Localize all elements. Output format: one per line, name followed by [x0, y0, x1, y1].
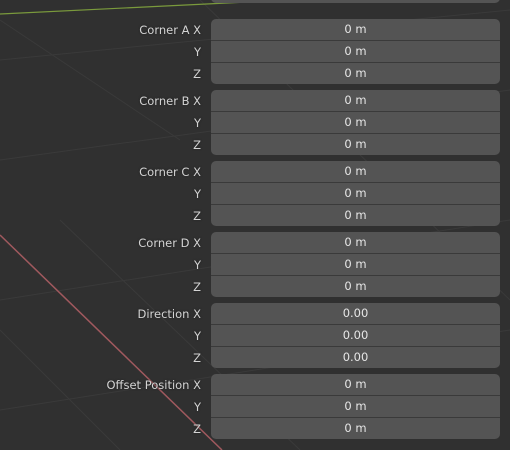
- z-value-field[interactable]: 0 m: [211, 63, 500, 84]
- y-value-field[interactable]: 0 m: [211, 183, 500, 205]
- partial-field-above[interactable]: [211, 0, 500, 3]
- y-value-field[interactable]: 0 m: [211, 41, 500, 63]
- x-value-field[interactable]: 0 m: [211, 161, 500, 183]
- row-x: Corner D X 0 m: [0, 232, 500, 254]
- field-label: Z: [193, 280, 201, 294]
- x-value-field[interactable]: 0 m: [211, 232, 500, 254]
- row-y: Y 0 m: [0, 254, 500, 276]
- row-y: Y 0 m: [0, 183, 500, 205]
- field-label: Z: [193, 209, 201, 223]
- field-label: Corner C X: [139, 165, 201, 179]
- x-value-field[interactable]: 0 m: [211, 374, 500, 396]
- group-corner-b: Corner B X 0 m Y 0 m Z 0 m: [0, 90, 500, 156]
- z-value-field[interactable]: 0 m: [211, 276, 500, 297]
- z-value-field[interactable]: 0 m: [211, 418, 500, 439]
- row-z: Z 0 m: [0, 205, 500, 227]
- row-x: Corner A X 0 m: [0, 19, 500, 41]
- field-label: Y: [193, 400, 201, 414]
- row-z: Z 0 m: [0, 134, 500, 156]
- row-y: Y 0 m: [0, 41, 500, 63]
- group-offset-position: Offset Position X 0 m Y 0 m Z 0 m: [0, 374, 500, 440]
- field-label: Direction X: [137, 307, 202, 321]
- group-corner-a: Corner A X 0 m Y 0 m Z 0 m: [0, 19, 500, 85]
- row-z: Z 0 m: [0, 63, 500, 85]
- y-value-field[interactable]: 0.00: [211, 325, 500, 347]
- field-label: Y: [193, 258, 201, 272]
- x-value-field[interactable]: 0 m: [211, 90, 500, 112]
- y-value-field[interactable]: 0 m: [211, 254, 500, 276]
- field-label: Corner D X: [138, 236, 201, 250]
- field-label: Y: [193, 45, 201, 59]
- row-z: Z 0 m: [0, 418, 500, 440]
- field-label: Corner B X: [139, 94, 201, 108]
- field-label: Y: [193, 187, 201, 201]
- field-label: Corner A X: [139, 23, 201, 37]
- row-z: Z 0.00: [0, 347, 500, 369]
- field-label: Z: [193, 422, 201, 436]
- row-z: Z 0 m: [0, 276, 500, 298]
- field-label: Y: [193, 329, 201, 343]
- z-value-field[interactable]: 0.00: [211, 347, 500, 368]
- row-y: Y 0 m: [0, 112, 500, 134]
- row-x: Corner B X 0 m: [0, 90, 500, 112]
- y-value-field[interactable]: 0 m: [211, 112, 500, 134]
- field-label: Y: [193, 116, 201, 130]
- z-value-field[interactable]: 0 m: [211, 205, 500, 226]
- x-value-field[interactable]: 0.00: [211, 303, 500, 325]
- row-y: Y 0.00: [0, 325, 500, 347]
- row-y: Y 0 m: [0, 396, 500, 418]
- row-x: Corner C X 0 m: [0, 161, 500, 183]
- row-x: Offset Position X 0 m: [0, 374, 500, 396]
- field-label: Z: [193, 138, 201, 152]
- group-corner-d: Corner D X 0 m Y 0 m Z 0 m: [0, 232, 500, 298]
- y-value-field[interactable]: 0 m: [211, 396, 500, 418]
- z-value-field[interactable]: 0 m: [211, 134, 500, 155]
- group-direction: Direction X 0.00 Y 0.00 Z 0.00: [0, 303, 500, 369]
- row-x: Direction X 0.00: [0, 303, 500, 325]
- field-label: Z: [193, 351, 201, 365]
- group-corner-c: Corner C X 0 m Y 0 m Z 0 m: [0, 161, 500, 227]
- field-label: Z: [193, 67, 201, 81]
- x-value-field[interactable]: 0 m: [211, 19, 500, 41]
- field-label: Offset Position X: [106, 378, 201, 392]
